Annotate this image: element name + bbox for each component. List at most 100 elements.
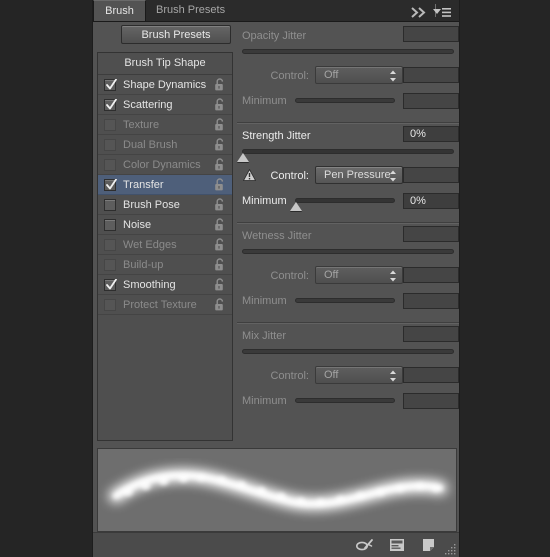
control-select-value: Off (324, 269, 339, 281)
group-value-field[interactable] (403, 26, 459, 42)
brush-option-color-dynamics[interactable]: Color Dynamics (98, 155, 232, 175)
chevron-updown-icon[interactable] (389, 70, 397, 82)
toggle-painting-options-icon[interactable] (355, 537, 375, 553)
minimum-slider[interactable] (295, 298, 395, 303)
lock-open-icon[interactable] (214, 258, 226, 272)
checkbox-8[interactable] (104, 238, 116, 251)
brush-option-dual-brush[interactable]: Dual Brush (98, 135, 232, 155)
control-select[interactable]: Off (315, 266, 403, 284)
lock-open-icon[interactable] (214, 158, 226, 172)
brush-option-scattering[interactable]: Scattering (98, 95, 232, 115)
checkbox-5[interactable] (104, 178, 117, 191)
double-chevron-right-icon[interactable] (411, 5, 429, 18)
option-group-opacity-jitter: Opacity Jitter Control: Off Minimum (237, 22, 459, 122)
brush-presets-button[interactable]: Brush Presets (121, 25, 231, 44)
tab-brush-presets[interactable]: Brush Presets (146, 0, 235, 21)
checkbox-0[interactable] (104, 78, 117, 91)
minimum-slider[interactable] (290, 198, 395, 211)
checkbox-4[interactable] (104, 158, 116, 171)
group-slider[interactable] (242, 349, 454, 354)
lock-open-icon[interactable] (214, 238, 226, 252)
tab-brush-presets-label: Brush Presets (156, 4, 226, 16)
control-select[interactable]: Off (315, 66, 403, 84)
app-root: Brush Brush Presets Brush Presets Brush … (0, 0, 550, 557)
brush-stroke-preview (97, 448, 457, 532)
panel-tab-tools (399, 0, 459, 21)
brush-option-smoothing[interactable]: Smoothing (98, 275, 232, 295)
lock-open-icon[interactable] (214, 178, 226, 192)
resize-grip-icon[interactable] (444, 543, 457, 556)
control-value-field[interactable] (403, 267, 459, 283)
control-select-value: Off (324, 369, 339, 381)
group-slider[interactable] (242, 249, 454, 254)
lock-open-icon[interactable] (214, 118, 226, 132)
brush-option-wet-edges[interactable]: Wet Edges (98, 235, 232, 255)
brush-option-texture[interactable]: Texture (98, 115, 232, 135)
minimum-value-field[interactable] (403, 293, 459, 309)
brush-option-label: Scattering (123, 98, 173, 111)
check-icon (106, 98, 117, 110)
tab-brush[interactable]: Brush (93, 0, 146, 21)
lock-open-icon[interactable] (214, 298, 226, 312)
panel-tab-bar: Brush Brush Presets (93, 0, 459, 22)
control-label: Control: (270, 70, 309, 82)
panel-bottom-toolbar (93, 532, 459, 557)
chevron-updown-icon[interactable] (389, 370, 397, 382)
chevron-updown-icon[interactable] (389, 270, 397, 282)
group-slider-thumb[interactable] (237, 153, 249, 162)
brush-option-label: Texture (123, 118, 160, 131)
brush-option-protect-texture[interactable]: Protect Texture (98, 295, 232, 315)
checkbox-11[interactable] (104, 298, 116, 311)
lock-open-icon[interactable] (214, 198, 226, 212)
new-brush-icon[interactable] (419, 537, 439, 553)
brush-option-label: Smoothing (123, 278, 176, 291)
group-divider (237, 222, 459, 224)
brush-options-rows: Shape Dynamics Scattering Texture Dual Brus… (98, 75, 232, 315)
brush-option-build-up[interactable]: Build-up (98, 255, 232, 275)
group-slider[interactable] (237, 149, 454, 162)
minimum-slider[interactable] (295, 98, 395, 103)
check-icon (106, 278, 117, 290)
checkbox-1[interactable] (104, 98, 117, 111)
group-slider[interactable] (242, 49, 454, 54)
group-value-field[interactable]: 0% (403, 126, 459, 142)
lock-open-icon[interactable] (214, 218, 226, 232)
minimum-value-field[interactable] (403, 93, 459, 109)
chevron-updown-icon[interactable] (389, 170, 397, 182)
control-value-field[interactable] (403, 67, 459, 83)
brush-option-shape-dynamics[interactable]: Shape Dynamics (98, 75, 232, 95)
brush-option-noise[interactable]: Noise (98, 215, 232, 235)
brush-option-transfer[interactable]: Transfer (98, 175, 232, 195)
checkbox-7[interactable] (104, 218, 116, 231)
minimum-slider-thumb[interactable] (290, 202, 302, 211)
checkbox-2[interactable] (104, 118, 116, 131)
control-label: Control: (270, 170, 309, 182)
brush-option-brush-pose[interactable]: Brush Pose (98, 195, 232, 215)
group-divider (237, 122, 459, 124)
control-value-field[interactable] (403, 167, 459, 183)
lock-open-icon[interactable] (214, 78, 226, 92)
minimum-value-field[interactable]: 0% (403, 193, 459, 209)
panel-menu-icon[interactable] (432, 5, 452, 17)
control-select[interactable]: Pen Pressure (315, 166, 403, 184)
minimum-value-field[interactable] (403, 393, 459, 409)
checkbox-6[interactable] (104, 198, 116, 211)
control-select[interactable]: Off (315, 366, 403, 384)
minimum-slider[interactable] (295, 398, 395, 403)
control-label: Control: (270, 370, 309, 382)
brush-tip-shape-header[interactable]: Brush Tip Shape (98, 53, 232, 75)
brush-option-label: Transfer (123, 178, 164, 191)
lock-open-icon[interactable] (214, 278, 226, 292)
checkbox-3[interactable] (104, 138, 116, 151)
brush-option-label: Build-up (123, 258, 164, 271)
brush-stroke-graphic (108, 468, 448, 512)
lock-open-icon[interactable] (214, 138, 226, 152)
create-new-brush-preset-icon[interactable] (387, 537, 407, 553)
group-value-field[interactable] (403, 226, 459, 242)
lock-open-icon[interactable] (214, 98, 226, 112)
group-value-field[interactable] (403, 326, 459, 342)
control-value-field[interactable] (403, 367, 459, 383)
check-icon (106, 178, 117, 190)
checkbox-10[interactable] (104, 278, 117, 291)
checkbox-9[interactable] (104, 258, 116, 271)
